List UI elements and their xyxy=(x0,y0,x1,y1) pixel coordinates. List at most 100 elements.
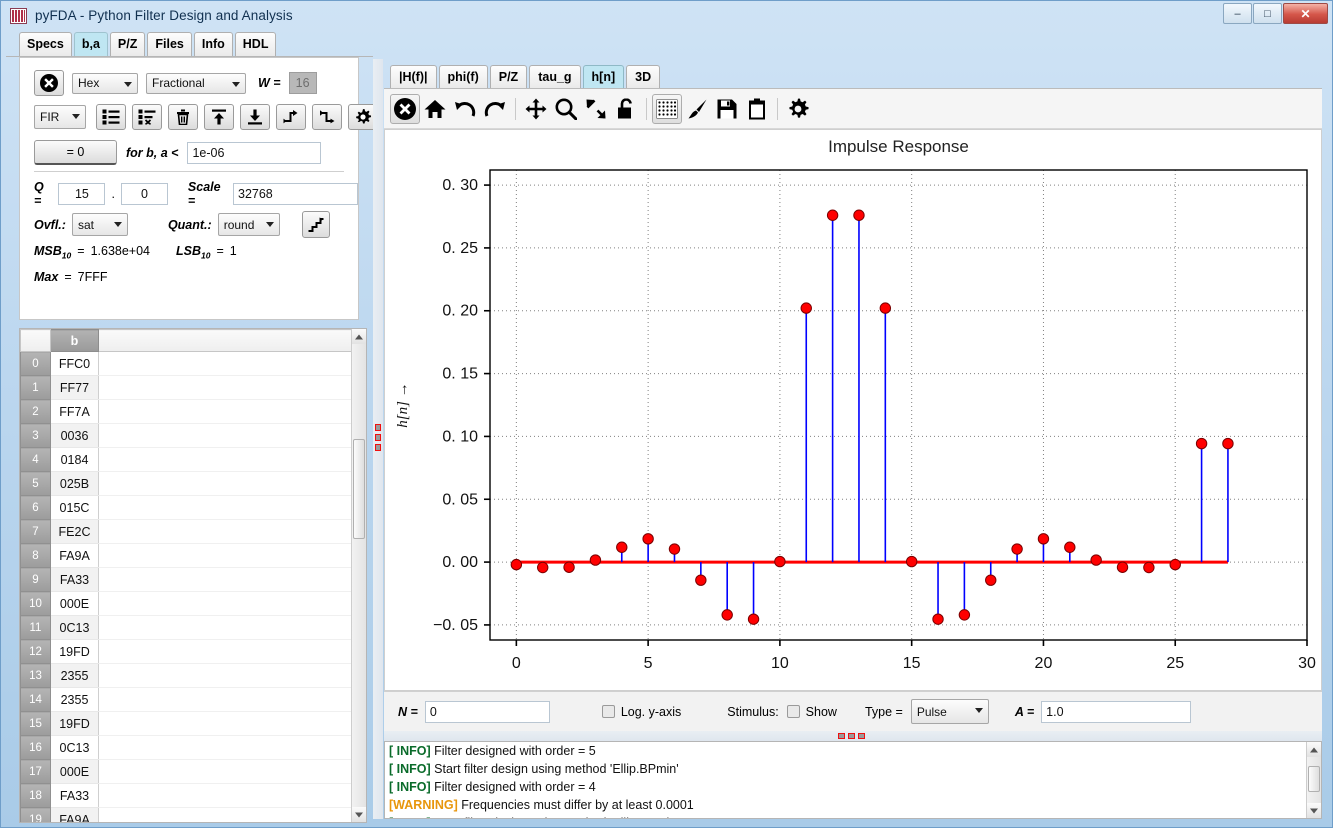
grid-icon[interactable] xyxy=(652,93,682,124)
coefficient-b-cell[interactable]: FA33 xyxy=(50,783,99,808)
table-row[interactable]: 2 FF7A xyxy=(20,399,366,424)
minimize-button[interactable]: – xyxy=(1223,3,1252,24)
stimulus-type-select[interactable]: Pulse xyxy=(910,699,989,724)
log-scroll-down-button[interactable] xyxy=(1307,803,1321,818)
table-row[interactable]: 16 0C13 xyxy=(20,735,366,760)
redo-arrow-icon[interactable] xyxy=(480,94,510,124)
table-row[interactable]: 10 000E xyxy=(20,591,366,616)
coefficient-b-cell[interactable]: FA9A xyxy=(50,543,99,568)
tab-specs[interactable]: Specs xyxy=(19,32,72,56)
paintbrush-icon[interactable] xyxy=(682,94,712,124)
settings-gear-icon[interactable] xyxy=(783,94,813,124)
export-arrow-button[interactable] xyxy=(312,104,342,130)
coefficient-b-cell[interactable]: 0C13 xyxy=(50,615,99,640)
zoom-axes-icon[interactable] xyxy=(581,94,611,124)
tab-phase[interactable]: phi(f) xyxy=(438,65,488,88)
table-row[interactable]: 3 0036 xyxy=(20,423,366,448)
table-row[interactable]: 13 2355 xyxy=(20,663,366,688)
horizontal-splitter[interactable] xyxy=(384,731,1322,741)
row-index[interactable]: 18 xyxy=(20,783,51,808)
word-length-field[interactable] xyxy=(288,72,317,94)
coefficient-b-cell[interactable]: 2355 xyxy=(50,663,99,688)
row-index[interactable]: 14 xyxy=(20,687,51,712)
splitter-grip[interactable] xyxy=(375,424,381,454)
coefficient-b-cell[interactable]: 000E xyxy=(50,759,99,784)
row-index[interactable]: 11 xyxy=(20,615,51,640)
maximize-button[interactable]: □ xyxy=(1253,3,1282,24)
coefficient-b-cell[interactable]: FFC0 xyxy=(50,351,99,376)
tab-hdl[interactable]: HDL xyxy=(234,32,277,56)
pan-move-icon[interactable] xyxy=(521,94,551,124)
coefficient-b-cell[interactable]: 015C xyxy=(50,495,99,520)
table-row[interactable]: 18 FA33 xyxy=(20,783,366,808)
coefficient-b-cell[interactable]: FF77 xyxy=(50,375,99,400)
table-row[interactable]: 12 19FD xyxy=(20,639,366,664)
n-field[interactable] xyxy=(424,700,550,723)
log-scroll-thumb[interactable] xyxy=(1308,766,1320,792)
table-delete-rows-icon-button[interactable] xyxy=(132,104,162,130)
scroll-down-button[interactable] xyxy=(352,807,366,822)
import-arrow-button[interactable] xyxy=(276,104,306,130)
row-index[interactable]: 10 xyxy=(20,591,51,616)
coefficient-b-cell[interactable]: FE2C xyxy=(50,519,99,544)
horizontal-splitter-grip[interactable] xyxy=(838,733,868,739)
quantization-select[interactable]: round xyxy=(217,213,280,236)
table-row[interactable]: 11 0C13 xyxy=(20,615,366,640)
frac-format-select[interactable]: Fractional xyxy=(146,72,246,94)
clipboard-icon[interactable] xyxy=(742,94,772,124)
tab-magnitude[interactable]: |H(f)| xyxy=(390,65,437,88)
log-y-checkbox[interactable] xyxy=(601,705,615,718)
save-down-button[interactable] xyxy=(240,104,270,130)
save-floppy-icon[interactable] xyxy=(712,94,742,124)
table-row[interactable]: 8 FA9A xyxy=(20,543,366,568)
row-index[interactable]: 15 xyxy=(20,711,51,736)
scroll-thumb[interactable] xyxy=(353,439,365,539)
epsilon-field[interactable] xyxy=(187,141,322,164)
show-stimulus-checkbox[interactable] xyxy=(786,705,800,718)
tab-files[interactable]: Files xyxy=(147,32,192,56)
trash-delete-button[interactable] xyxy=(168,104,198,130)
row-index[interactable]: 17 xyxy=(20,759,51,784)
coefficient-b-cell[interactable]: FA33 xyxy=(50,567,99,592)
tab-impulse-response[interactable]: h[n] xyxy=(582,65,625,88)
row-index[interactable]: 6 xyxy=(20,495,51,520)
table-vertical-scrollbar[interactable] xyxy=(351,329,366,822)
close-circle-icon[interactable] xyxy=(390,93,420,124)
table-row[interactable]: 7 FE2C xyxy=(20,519,366,544)
row-index[interactable]: 12 xyxy=(20,639,51,664)
coefficient-b-cell[interactable]: 000E xyxy=(50,591,99,616)
delete-table-button[interactable] xyxy=(34,70,64,96)
row-index[interactable]: 7 xyxy=(20,519,51,544)
row-index[interactable]: 16 xyxy=(20,735,51,760)
row-index[interactable]: 5 xyxy=(20,471,51,496)
row-index[interactable]: 13 xyxy=(20,663,51,688)
lock-open-icon[interactable] xyxy=(611,94,641,124)
table-list-icon-button[interactable] xyxy=(96,104,126,130)
overflow-select[interactable]: sat xyxy=(71,213,128,236)
close-button[interactable]: ✕ xyxy=(1283,3,1328,24)
q-integer-field[interactable] xyxy=(58,183,106,205)
table-row[interactable]: 5 025B xyxy=(20,471,366,496)
table-row[interactable]: 9 FA33 xyxy=(20,567,366,592)
filter-type-select[interactable]: FIR xyxy=(34,105,86,129)
impulse-response-plot[interactable]: Impulse Response 0 5 10 15 20 25 30 −0. 05 0. 00 0… xyxy=(384,129,1322,691)
table-row[interactable]: 6 015C xyxy=(20,495,366,520)
row-index[interactable]: 3 xyxy=(20,423,51,448)
coefficient-b-cell[interactable]: 0036 xyxy=(50,423,99,448)
tab-pole-zero[interactable]: P/Z xyxy=(489,65,528,88)
table-row[interactable]: 1 FF77 xyxy=(20,375,366,400)
coefficient-b-cell[interactable]: 025B xyxy=(50,471,99,496)
tab-group-delay[interactable]: tau_g xyxy=(529,65,581,88)
table-row[interactable]: 4 0184 xyxy=(20,447,366,472)
row-index[interactable]: 8 xyxy=(20,543,51,568)
row-index[interactable]: 4 xyxy=(20,447,51,472)
table-row[interactable]: 14 2355 xyxy=(20,687,366,712)
coefficient-b-cell[interactable]: FA9A xyxy=(50,807,99,822)
scroll-up-button[interactable] xyxy=(352,329,366,344)
tab-info[interactable]: Info xyxy=(193,32,233,56)
row-index[interactable]: 1 xyxy=(20,375,51,400)
coefficient-table-container[interactable]: b 0 FFC0 1 FF77 2 FF7A 3 0036 4 0184 5 025B 6 015C 7 FE… xyxy=(19,328,367,823)
column-header-b[interactable]: b xyxy=(50,329,99,352)
log-scroll-up-button[interactable] xyxy=(1307,742,1321,757)
coefficient-b-cell[interactable]: FF7A xyxy=(50,399,99,424)
